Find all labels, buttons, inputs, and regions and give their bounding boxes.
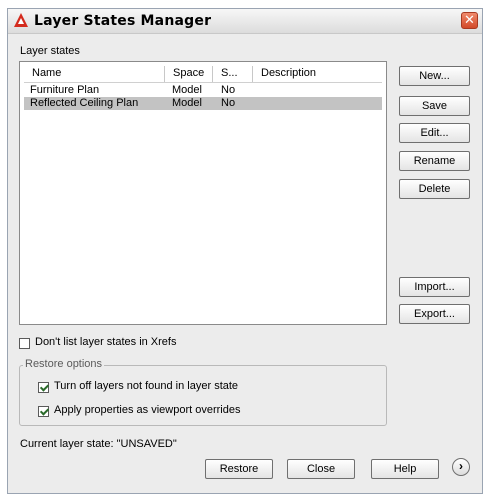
close-icon[interactable]: ✕ xyxy=(461,12,478,29)
layer-state-space: Model xyxy=(172,97,202,109)
turn-off-layers-label[interactable]: Turn off layers not found in layer state xyxy=(54,380,238,392)
column-header-description[interactable]: Description xyxy=(253,66,384,82)
column-header-name[interactable]: Name xyxy=(24,66,165,82)
current-layer-state: Current layer state: "UNSAVED" xyxy=(20,438,177,450)
close-button[interactable]: Close xyxy=(287,459,355,479)
edit-button[interactable]: Edit... xyxy=(399,123,470,143)
list-item[interactable]: Reflected Ceiling Plan Model No xyxy=(24,97,382,110)
column-header-saved[interactable]: S... xyxy=(213,66,253,82)
layer-state-name: Reflected Ceiling Plan xyxy=(30,97,139,109)
layer-state-saved: No xyxy=(221,84,236,96)
apply-viewport-overrides-label[interactable]: Apply properties as viewport overrides xyxy=(54,404,240,416)
autocad-app-icon xyxy=(14,13,28,27)
dialog-title: Layer States Manager xyxy=(34,13,212,29)
save-button[interactable]: Save xyxy=(399,96,470,116)
title-bar: Layer States Manager ✕ xyxy=(8,9,482,34)
restore-options-title: Restore options xyxy=(23,358,105,370)
rename-button[interactable]: Rename xyxy=(399,151,470,171)
restore-button[interactable]: Restore xyxy=(205,459,273,479)
layer-state-saved: No xyxy=(221,97,236,109)
turn-off-layers-checkbox[interactable] xyxy=(38,382,49,393)
layer-states-label: Layer states xyxy=(20,45,80,57)
more-options-icon[interactable]: › xyxy=(452,458,470,476)
restore-options-group xyxy=(19,365,387,426)
delete-button[interactable]: Delete xyxy=(399,179,470,199)
export-button[interactable]: Export... xyxy=(399,304,470,324)
layer-states-manager-dialog: Layer States Manager ✕ Layer states Name… xyxy=(7,8,483,494)
layer-states-list[interactable]: Name Space S... Description Furniture Pl… xyxy=(19,61,387,325)
list-item[interactable]: Furniture Plan Model No xyxy=(24,84,382,97)
help-button[interactable]: Help xyxy=(371,459,439,479)
dont-list-xrefs-checkbox[interactable] xyxy=(19,338,30,349)
apply-viewport-overrides-checkbox[interactable] xyxy=(38,406,49,417)
column-header-space[interactable]: Space xyxy=(165,66,213,82)
new-button[interactable]: New... xyxy=(399,66,470,86)
layer-state-name: Furniture Plan xyxy=(30,84,100,96)
import-button[interactable]: Import... xyxy=(399,277,470,297)
list-header: Name Space S... Description xyxy=(24,66,382,83)
dont-list-xrefs-label[interactable]: Don't list layer states in Xrefs xyxy=(35,336,177,348)
layer-state-space: Model xyxy=(172,84,202,96)
